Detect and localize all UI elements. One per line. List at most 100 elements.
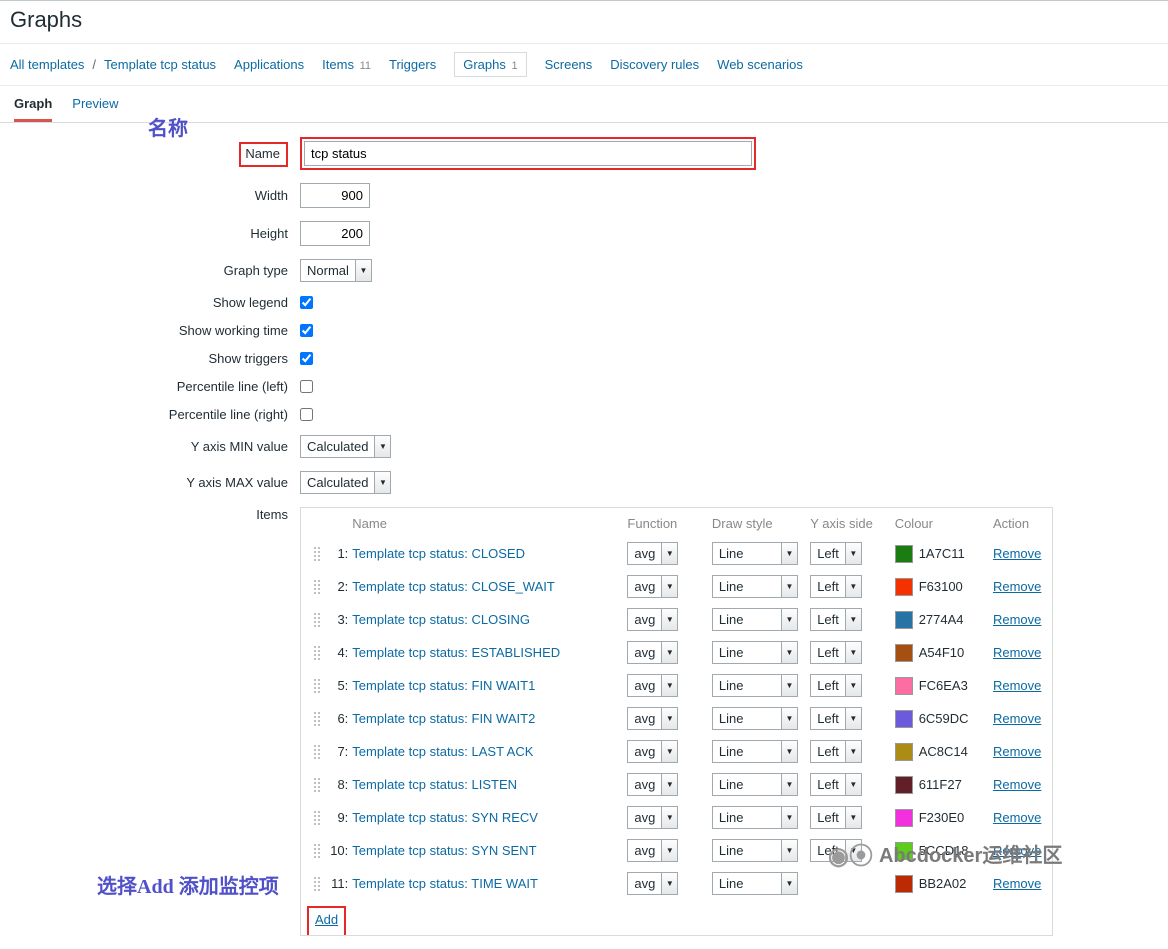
item-name-link[interactable]: Template tcp status: LISTEN [352,777,517,792]
showworkingtime-checkbox[interactable] [300,324,313,337]
bc-items[interactable]: Items 11 [322,57,371,72]
remove-link[interactable]: Remove [993,711,1041,726]
remove-link[interactable]: Remove [993,876,1041,891]
function-select[interactable]: avg▼ [627,674,678,697]
bc-graphs[interactable]: Graphs 1 [454,52,526,77]
remove-link[interactable]: Remove [993,546,1041,561]
chevron-down-icon: ▼ [782,872,798,895]
bc-screens[interactable]: Screens [545,57,593,72]
drag-handle-icon[interactable] [313,612,321,628]
yaxisside-select[interactable]: Left▼ [810,707,862,730]
function-select[interactable]: avg▼ [627,872,678,895]
color-swatch[interactable] [895,743,913,761]
function-select[interactable]: avg▼ [627,575,678,598]
yaxisside-select[interactable]: Left▼ [810,773,862,796]
remove-link[interactable]: Remove [993,810,1041,825]
drawstyle-select[interactable]: Line▼ [712,608,798,631]
tab-graph[interactable]: Graph [14,96,52,122]
color-swatch[interactable] [895,776,913,794]
graphtype-select[interactable]: Normal▼ [300,259,372,282]
item-name-link[interactable]: Template tcp status: TIME WAIT [352,876,538,891]
color-swatch[interactable] [895,611,913,629]
drag-handle-icon[interactable] [313,843,321,859]
bc-template[interactable]: Template tcp status [104,57,216,72]
item-name-link[interactable]: Template tcp status: FIN WAIT2 [352,711,535,726]
item-name-link[interactable]: Template tcp status: LAST ACK [352,744,533,759]
percentile-right-checkbox[interactable] [300,408,313,421]
drawstyle-select[interactable]: Line▼ [712,707,798,730]
bc-applications[interactable]: Applications [234,57,304,72]
ymax-select[interactable]: Calculated▼ [300,471,391,494]
item-name-link[interactable]: Template tcp status: CLOSING [352,612,530,627]
remove-link[interactable]: Remove [993,744,1041,759]
drawstyle-select[interactable]: Line▼ [712,806,798,829]
bc-all-templates[interactable]: All templates [10,57,84,72]
function-select[interactable]: avg▼ [627,839,678,862]
drag-handle-icon[interactable] [313,579,321,595]
color-swatch[interactable] [895,545,913,563]
function-select[interactable]: avg▼ [627,707,678,730]
drag-handle-icon[interactable] [313,744,321,760]
color-swatch[interactable] [895,677,913,695]
name-input[interactable] [304,141,752,166]
remove-link[interactable]: Remove [993,678,1041,693]
item-name-link[interactable]: Template tcp status: SYN RECV [352,810,538,825]
remove-link[interactable]: Remove [993,777,1041,792]
function-select[interactable]: avg▼ [627,542,678,565]
drawstyle-select[interactable]: Line▼ [712,575,798,598]
function-select[interactable]: avg▼ [627,806,678,829]
yaxisside-select[interactable]: Left▼ [810,674,862,697]
drawstyle-select[interactable]: Line▼ [712,641,798,664]
yaxisside-select[interactable]: Left▼ [810,608,862,631]
drawstyle-select[interactable]: Line▼ [712,839,798,862]
drawstyle-select[interactable]: Line▼ [712,773,798,796]
function-select[interactable]: avg▼ [627,608,678,631]
tab-preview[interactable]: Preview [72,96,118,122]
yaxisside-select[interactable]: Left▼ [810,575,862,598]
showlegend-checkbox[interactable] [300,296,313,309]
item-name-link[interactable]: Template tcp status: SYN SENT [352,843,536,858]
yaxisside-select[interactable]: Left▼ [810,641,862,664]
function-select[interactable]: avg▼ [627,740,678,763]
drawstyle-select[interactable]: Line▼ [712,674,798,697]
drag-handle-icon[interactable] [313,645,321,661]
bc-webscenarios[interactable]: Web scenarios [717,57,803,72]
drag-handle-icon[interactable] [313,810,321,826]
drawstyle-select[interactable]: Line▼ [712,542,798,565]
items-header: Name Function Draw style Y axis side Col… [301,508,1052,537]
remove-link[interactable]: Remove [993,579,1041,594]
color-swatch[interactable] [895,710,913,728]
drag-handle-icon[interactable] [313,777,321,793]
function-select[interactable]: avg▼ [627,773,678,796]
yaxisside-select[interactable]: Left▼ [810,806,862,829]
color-value: 611F27 [919,777,962,792]
yaxisside-select[interactable]: Left▼ [810,740,862,763]
chevron-down-icon: ▼ [846,674,862,697]
color-swatch[interactable] [895,578,913,596]
item-name-link[interactable]: Template tcp status: FIN WAIT1 [352,678,535,693]
add-item-link[interactable]: Add [315,912,338,927]
drawstyle-select[interactable]: Line▼ [712,872,798,895]
item-name-link[interactable]: Template tcp status: CLOSE_WAIT [352,579,555,594]
function-select[interactable]: avg▼ [627,641,678,664]
bc-discovery[interactable]: Discovery rules [610,57,699,72]
item-name-link[interactable]: Template tcp status: ESTABLISHED [352,645,560,660]
item-name-link[interactable]: Template tcp status: CLOSED [352,546,525,561]
remove-link[interactable]: Remove [993,612,1041,627]
color-swatch[interactable] [895,809,913,827]
drag-handle-icon[interactable] [313,711,321,727]
color-swatch[interactable] [895,644,913,662]
ymin-select[interactable]: Calculated▼ [300,435,391,458]
drag-handle-icon[interactable] [313,876,321,892]
drag-handle-icon[interactable] [313,546,321,562]
bc-triggers[interactable]: Triggers [389,57,436,72]
width-input[interactable] [300,183,370,208]
height-input[interactable] [300,221,370,246]
drawstyle-select[interactable]: Line▼ [712,740,798,763]
color-swatch[interactable] [895,875,913,893]
drag-handle-icon[interactable] [313,678,321,694]
showtriggers-checkbox[interactable] [300,352,313,365]
remove-link[interactable]: Remove [993,645,1041,660]
percentile-left-checkbox[interactable] [300,380,313,393]
yaxisside-select[interactable]: Left▼ [810,542,862,565]
